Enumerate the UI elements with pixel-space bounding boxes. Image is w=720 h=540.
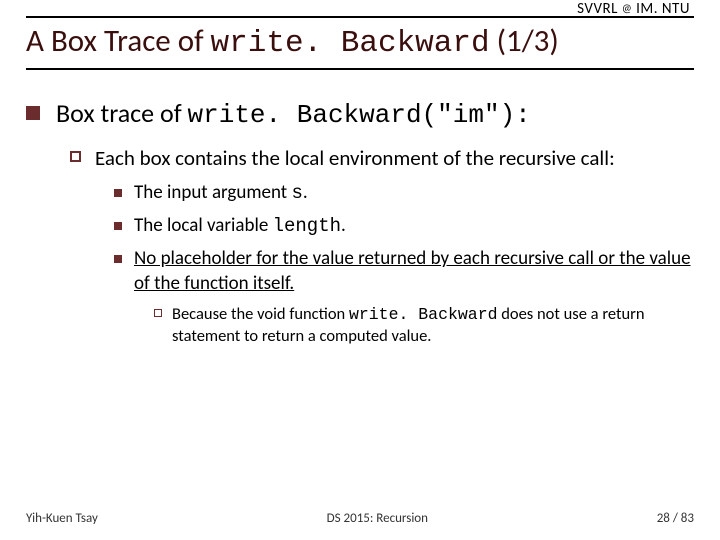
slide-body: Box trace of write. Backward("im"): Each…: [26, 98, 694, 353]
title-post: (1/3): [490, 22, 559, 60]
l1-pre: Box trace of: [56, 97, 188, 129]
title-pre: A Box Trace of: [26, 22, 211, 60]
bullet-level1: Box trace of write. Backward("im"):: [26, 98, 694, 131]
footer-author: Yih-Kuen Tsay: [26, 511, 98, 526]
small-square-bullet-icon: [114, 255, 122, 263]
bullet-level4: Because the void function write. Backwar…: [154, 304, 694, 347]
footer-page: 28 / 83: [657, 511, 694, 526]
l3-0-code: s: [291, 182, 302, 204]
l3-text-0: The input argument s.: [134, 181, 308, 206]
title-code: write. Backward: [211, 26, 490, 61]
l3-text-2: No placeholder for the value returned by…: [134, 247, 694, 296]
l3-0-post: .: [303, 181, 308, 204]
affiliation: SVVRL @ IM. NTU: [577, 0, 690, 18]
l3-0-pre: The input argument: [134, 181, 291, 204]
l3-2-underlined: No placeholder for the value returned by…: [134, 247, 691, 295]
bullet-level3: The input argument s.: [114, 181, 694, 206]
level1-text: Box trace of write. Backward("im"):: [56, 98, 531, 131]
footer: Yih-Kuen Tsay DS 2015: Recursion 28 / 83: [26, 511, 694, 526]
bullet-level3: The local variable length.: [114, 214, 694, 239]
affil-left: SVVRL: [577, 0, 618, 18]
at-icon: @: [622, 2, 632, 15]
l4-text: Because the void function write. Backwar…: [172, 304, 694, 347]
l4-pre: Because the void function: [172, 304, 349, 324]
bullet-level3: No placeholder for the value returned by…: [114, 247, 694, 296]
l3-1-code: length: [273, 215, 341, 237]
square-bullet-icon: [26, 106, 40, 120]
l2-text: Each box contains the local environment …: [95, 145, 615, 171]
slide-title: A Box Trace of write. Backward (1/3): [26, 22, 694, 61]
l4-code: write. Backward: [349, 305, 498, 324]
slide: SVVRL @ IM. NTU A Box Trace of write. Ba…: [0, 0, 720, 540]
affil-right: IM. NTU: [636, 0, 690, 18]
open-square-bullet-icon: [70, 151, 81, 162]
bullet-level2: Each box contains the local environment …: [70, 145, 694, 171]
l3-1-post: .: [341, 214, 346, 237]
l1-code: write. Backward("im"):: [188, 100, 531, 130]
small-square-bullet-icon: [114, 189, 122, 197]
small-open-square-bullet-icon: [154, 309, 162, 317]
l3-text-1: The local variable length.: [134, 214, 346, 239]
l3-1-pre: The local variable: [134, 214, 273, 237]
title-rule: [26, 68, 694, 70]
small-square-bullet-icon: [114, 222, 122, 230]
footer-course: DS 2015: Recursion: [327, 511, 428, 526]
